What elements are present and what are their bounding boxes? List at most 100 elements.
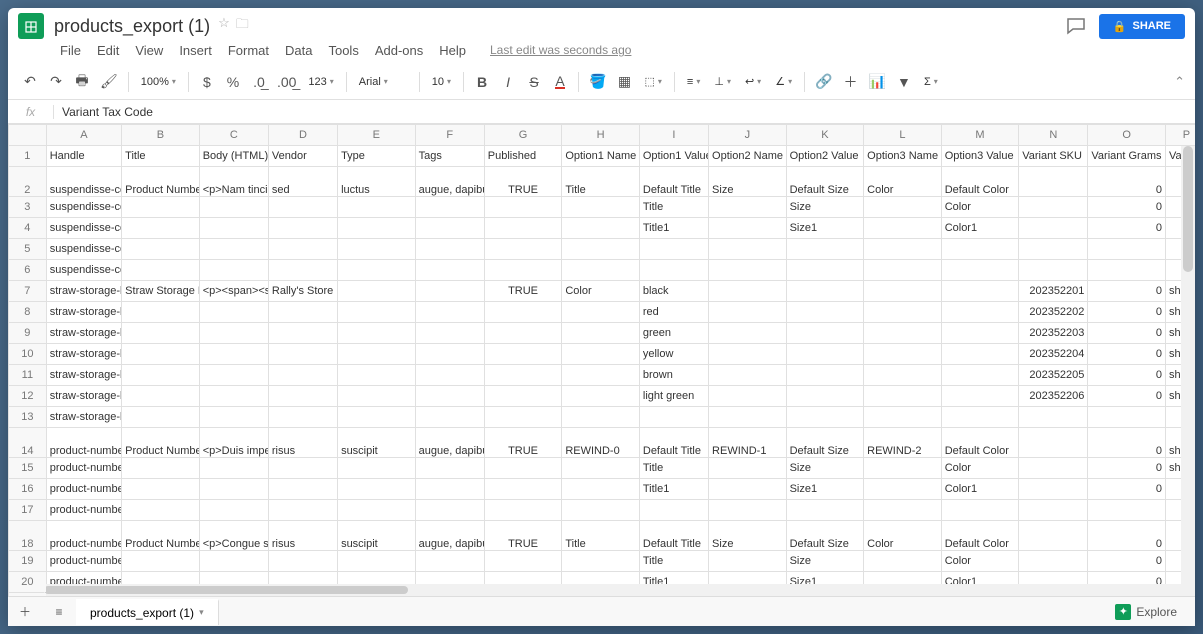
cell[interactable]: suspendisse-congue-sodales-massa-sit-ame… [46,260,121,281]
print-icon[interactable]: 🖶 [70,70,94,94]
cell[interactable]: straw-storage-basket-flower-pot [46,386,121,407]
cell[interactable] [484,500,562,521]
col-header[interactable]: B [122,125,200,146]
cell[interactable] [562,500,640,521]
spreadsheet-grid[interactable]: ABCDEFGHIJKLMNOP 1HandleTitleBody (HTML)… [8,124,1195,596]
row-header[interactable]: 15 [9,458,47,479]
row-header[interactable]: 16 [9,479,47,500]
cell[interactable] [268,260,337,281]
cell[interactable]: <p>Congue soda <p>Duis imperdi [199,521,268,551]
cell[interactable]: straw-storage-basket-flower-pot [46,407,121,428]
cell[interactable] [415,218,484,239]
cell[interactable] [122,239,200,260]
header-cell[interactable]: Body (HTML) [199,146,268,167]
cell[interactable] [864,458,942,479]
menu-addons[interactable]: Add-ons [369,40,429,61]
cell[interactable]: 202352201 [1019,281,1088,302]
all-sheets-icon[interactable]: ≡ [42,605,76,619]
dec-increase-icon[interactable]: .00̲ [273,70,300,94]
cell[interactable]: Color [864,167,942,197]
cell[interactable] [864,500,942,521]
cell[interactable] [415,323,484,344]
cell[interactable]: suspendisse-congue-sodales-massa-sit-ame… [46,218,121,239]
cell[interactable]: 0 [1088,458,1166,479]
menu-view[interactable]: View [129,40,169,61]
cell[interactable]: green [639,323,708,344]
cell[interactable] [338,197,416,218]
cell[interactable] [562,260,640,281]
cell[interactable] [786,260,864,281]
cell[interactable] [709,281,787,302]
col-header[interactable]: K [786,125,864,146]
cell[interactable] [415,197,484,218]
cell[interactable] [122,407,200,428]
cell[interactable]: 0 [1088,344,1166,365]
cell[interactable]: Title1 [639,479,708,500]
currency-icon[interactable]: $ [195,70,219,94]
menu-tools[interactable]: Tools [322,40,364,61]
cell[interactable] [415,281,484,302]
cell[interactable] [122,197,200,218]
header-cell[interactable]: Option3 Name [864,146,942,167]
cell[interactable] [562,344,640,365]
comment-icon[interactable]: ＋ [839,70,863,94]
chart-icon[interactable]: 📊 [865,70,890,94]
cell[interactable]: augue, dapibus, [415,428,484,458]
redo-icon[interactable]: ↷ [44,70,68,94]
explore-button[interactable]: ✦ Explore [1107,600,1185,624]
menu-insert[interactable]: Insert [173,40,218,61]
cell[interactable] [562,551,640,572]
cell[interactable] [639,239,708,260]
cell[interactable]: straw-storage-basket-flower-pot [46,302,121,323]
cell[interactable]: product-number-nine [46,500,121,521]
cell[interactable]: Default Title [639,428,708,458]
cell[interactable]: 202352205 [1019,365,1088,386]
cell[interactable] [268,323,337,344]
cell[interactable] [268,458,337,479]
cell[interactable] [864,479,942,500]
cell[interactable] [709,197,787,218]
row-header[interactable]: 12 [9,386,47,407]
cell[interactable] [941,344,1019,365]
cell[interactable] [941,500,1019,521]
cell[interactable] [338,302,416,323]
cell[interactable]: Color [864,521,942,551]
cell[interactable]: TRUE [484,521,562,551]
halign-icon[interactable]: ≡ [681,73,706,91]
cell[interactable] [786,302,864,323]
cell[interactable]: 0 [1088,197,1166,218]
cell[interactable] [199,500,268,521]
horizontal-scrollbar[interactable] [44,584,1181,596]
folder-icon[interactable]: 🗀 [236,15,249,37]
cell[interactable] [709,458,787,479]
cell[interactable]: TRUE [484,281,562,302]
cell[interactable] [1088,407,1166,428]
cell[interactable] [786,239,864,260]
cell[interactable] [122,479,200,500]
cell[interactable]: augue, dapibus, [415,167,484,197]
cell[interactable]: Default Size [786,167,864,197]
cell[interactable]: REWIND-1 [709,428,787,458]
cell[interactable] [199,197,268,218]
wrap-icon[interactable]: ↩ [739,72,767,91]
menu-edit[interactable]: Edit [91,40,125,61]
cell[interactable] [484,323,562,344]
cell[interactable]: Title [639,458,708,479]
cell[interactable]: Color [562,281,640,302]
cell[interactable] [786,407,864,428]
cell[interactable] [639,407,708,428]
row-header[interactable]: 5 [9,239,47,260]
cell[interactable] [199,551,268,572]
col-header[interactable]: P [1165,125,1195,146]
cell[interactable] [199,386,268,407]
cell[interactable] [864,260,942,281]
select-all-corner[interactable] [9,125,47,146]
fill-color-icon[interactable]: 🪣 [585,70,610,94]
cell[interactable] [709,323,787,344]
functions-icon[interactable]: Σ [918,73,944,91]
cell[interactable]: 0 [1088,365,1166,386]
cell[interactable] [562,407,640,428]
undo-icon[interactable]: ↶ [18,70,42,94]
cell[interactable] [1019,458,1088,479]
cell[interactable] [1019,218,1088,239]
